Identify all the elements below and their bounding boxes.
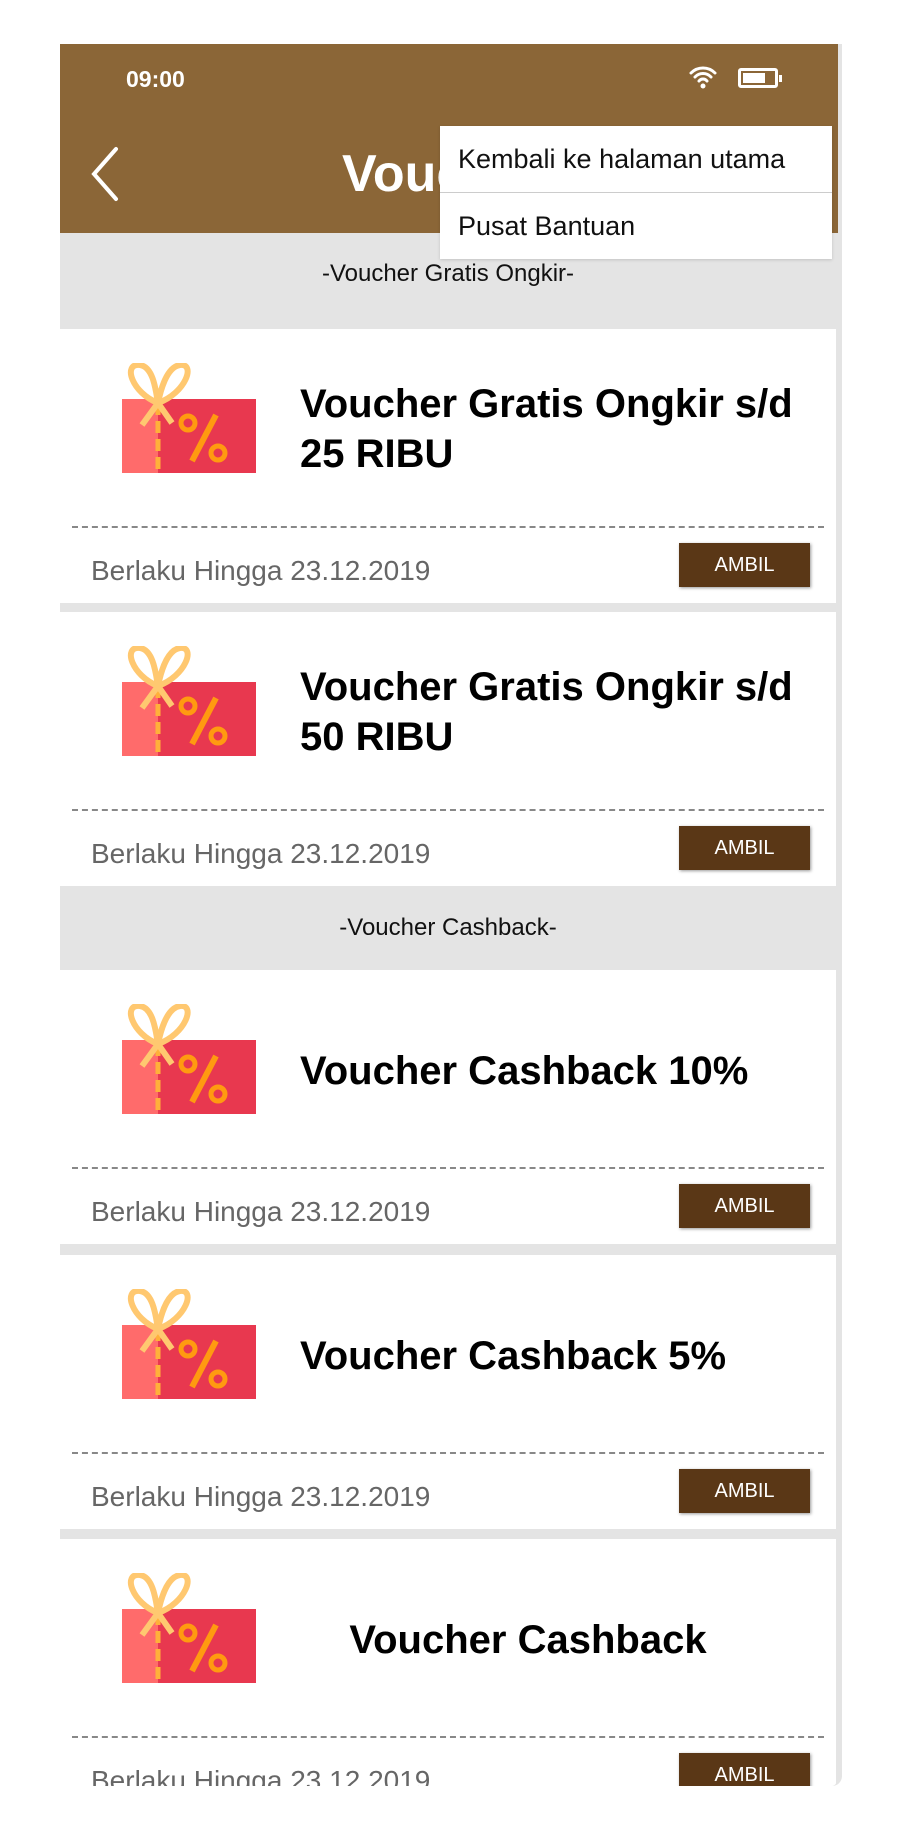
section-header: -Voucher Cashback- xyxy=(60,886,836,970)
claim-voucher-button[interactable]: AMBIL xyxy=(679,1753,810,1786)
validity-text: Berlaku Hingga 23.12.2019 xyxy=(91,838,431,869)
wifi-icon xyxy=(689,66,717,89)
menu-item-home[interactable]: Kembali ke halaman utama xyxy=(440,126,832,192)
back-chevron-icon[interactable] xyxy=(86,144,130,204)
claim-voucher-button[interactable]: AMBIL xyxy=(679,1469,810,1513)
claim-voucher-button[interactable]: AMBIL xyxy=(679,543,810,587)
voucher-title: Voucher Cashback 5% xyxy=(300,1334,727,1378)
validity-text: Berlaku Hingga 23.12.2019 xyxy=(91,1196,431,1227)
voucher-card: Voucher Gratis Ongkir s/d 50 RIBU Berlaku… xyxy=(60,612,836,886)
phone-screen: 09:00 Voucher -Voucher Gratis Ongkir-Vou… xyxy=(60,44,842,1786)
battery-icon xyxy=(738,68,782,88)
menu-item-help-center[interactable]: Pusat Bantuan xyxy=(440,192,832,258)
validity-text: Berlaku Hingga 23.12.2019 xyxy=(91,1481,431,1512)
voucher-card: Voucher Cashback 10% Berlaku Hingga 23.12… xyxy=(60,970,836,1244)
dashed-divider xyxy=(72,526,824,528)
gift-voucher-icon xyxy=(122,362,256,478)
status-time: 09:00 xyxy=(126,66,185,92)
voucher-card: Voucher Cashback Berlaku Hingga 23.12.201… xyxy=(60,1539,836,1786)
dashed-divider xyxy=(72,1736,824,1738)
gift-voucher-icon xyxy=(122,1003,256,1119)
dashed-divider xyxy=(72,1167,824,1169)
validity-text: Berlaku Hingga 23.12.2019 xyxy=(91,1765,431,1786)
claim-voucher-button[interactable]: AMBIL xyxy=(679,826,810,870)
voucher-card: Voucher Gratis Ongkir s/d 25 RIBU Berlaku… xyxy=(60,329,836,603)
voucher-card: Voucher Cashback 5% Berlaku Hingga 23.12.… xyxy=(60,1255,836,1529)
claim-voucher-button[interactable]: AMBIL xyxy=(679,1184,810,1228)
gift-voucher-icon xyxy=(122,1572,256,1688)
voucher-title: Voucher Cashback xyxy=(349,1618,707,1662)
voucher-title: Voucher Gratis Ongkir s/d 50 RIBU xyxy=(300,665,793,759)
overflow-menu: Kembali ke halaman utama Pusat Bantuan xyxy=(440,126,832,259)
gift-voucher-icon xyxy=(122,1288,256,1404)
voucher-title: Voucher Gratis Ongkir s/d 25 RIBU xyxy=(300,382,793,476)
dashed-divider xyxy=(72,1452,824,1454)
validity-text: Berlaku Hingga 23.12.2019 xyxy=(91,555,431,586)
gift-voucher-icon xyxy=(122,645,256,761)
voucher-title: Voucher Cashback 10% xyxy=(300,1049,749,1093)
dashed-divider xyxy=(72,809,824,811)
